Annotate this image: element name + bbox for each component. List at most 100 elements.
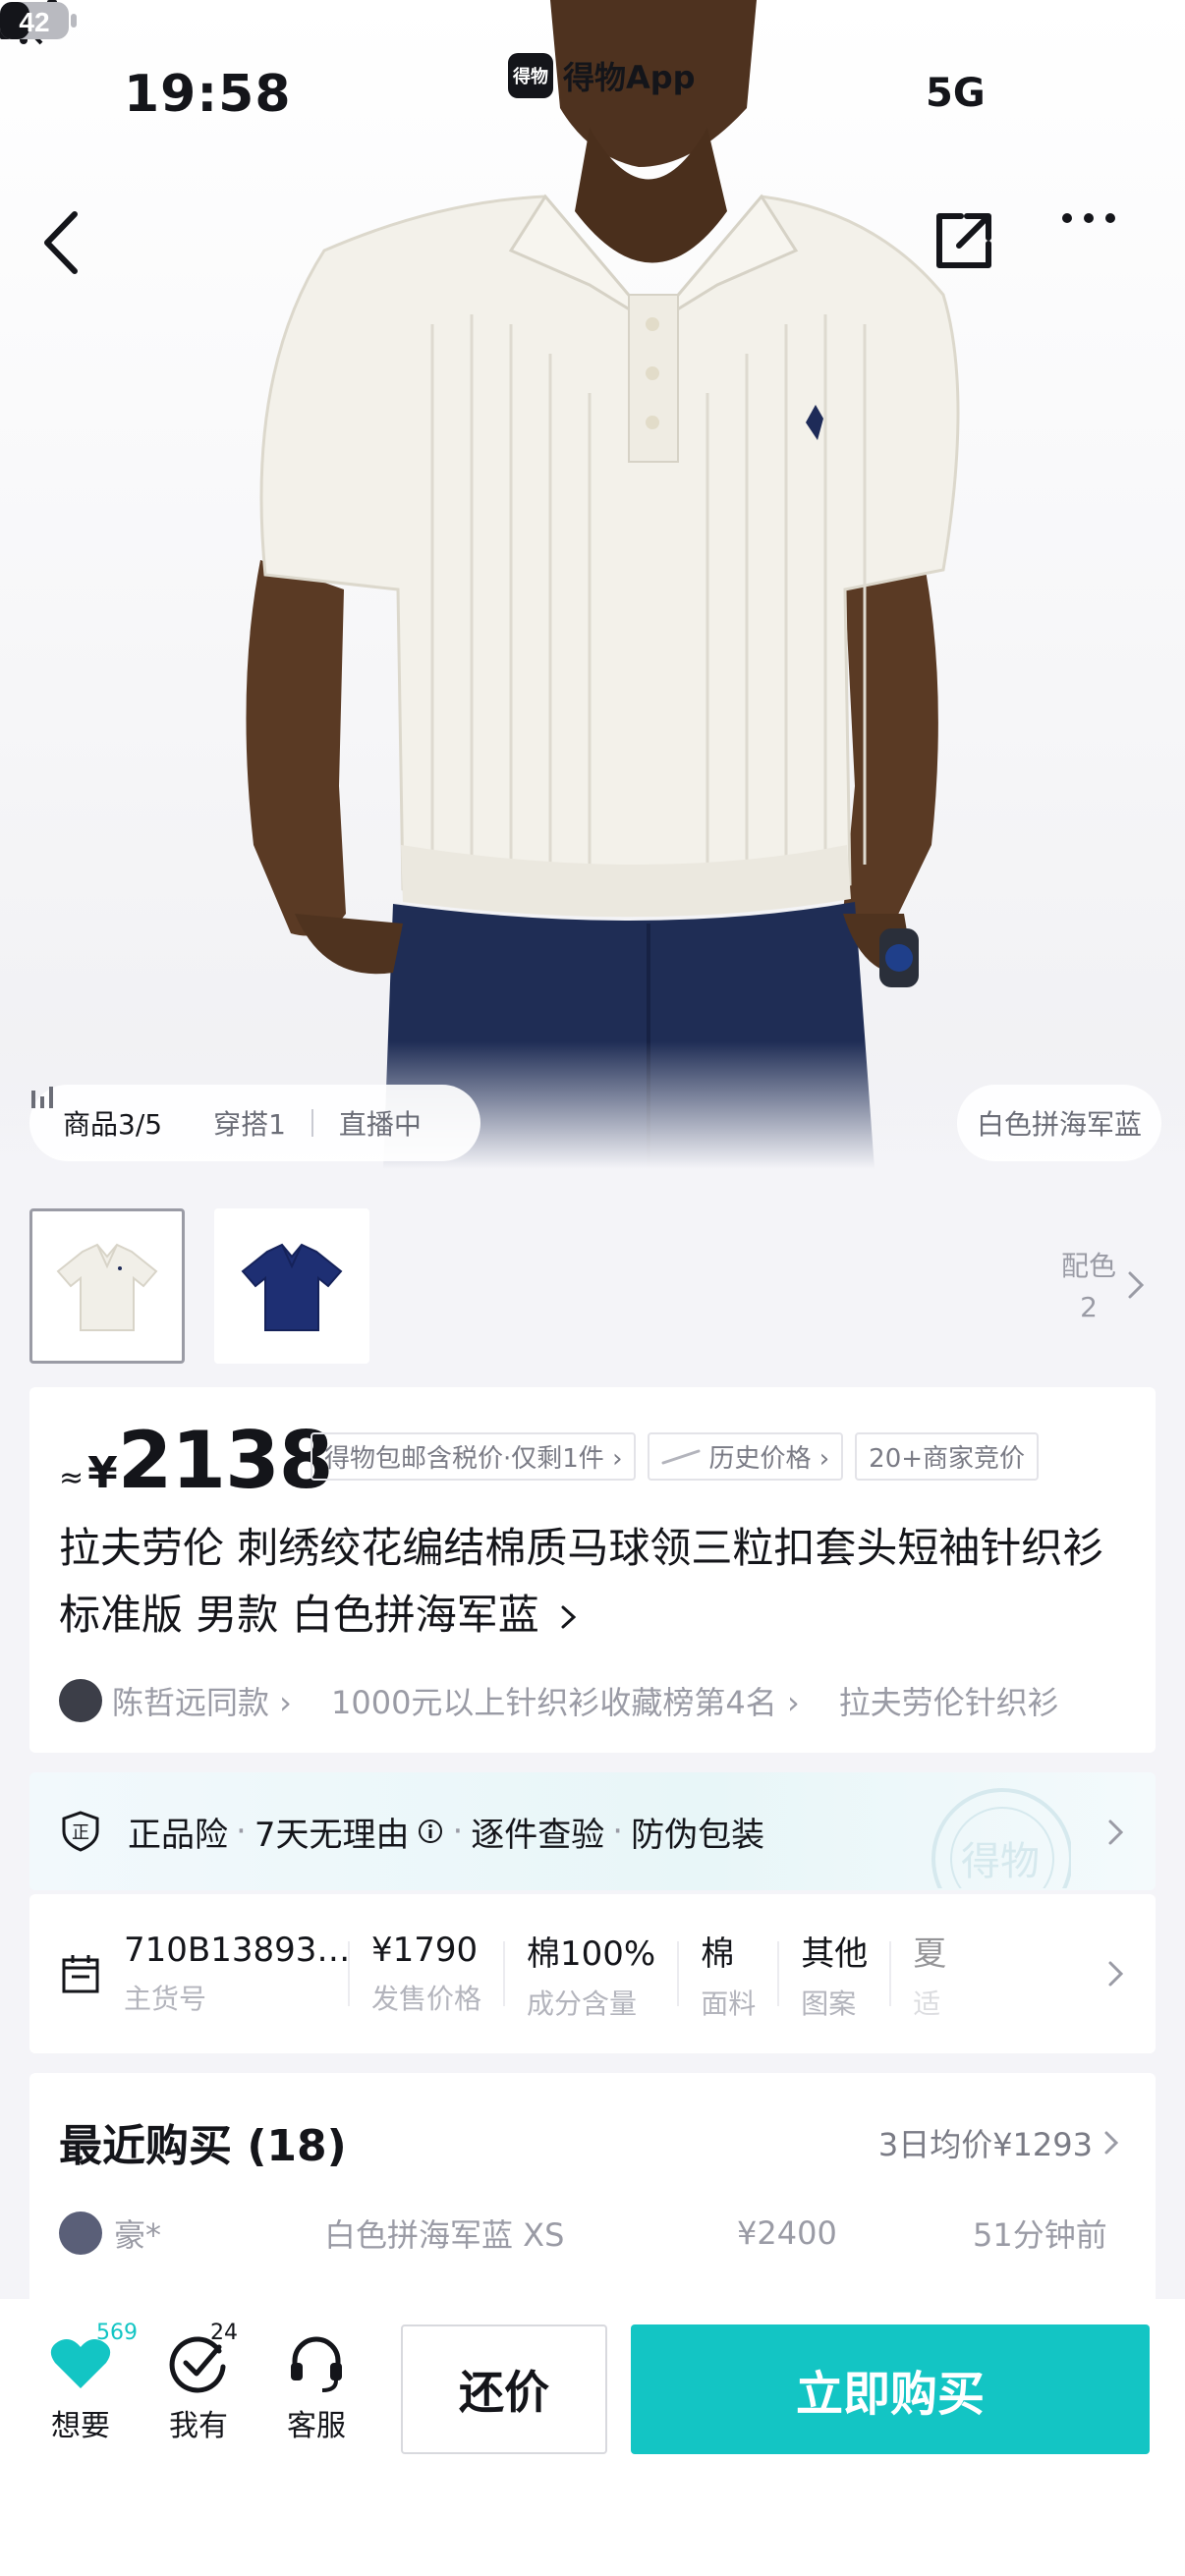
battery-level: 42 — [19, 7, 49, 37]
product-hero-image[interactable]: 19:58 得物 得物App 5G 42 商品3/5 穿搭1 直播中 白色拼海军… — [0, 0, 1185, 1169]
badge-live[interactable]: 直播中 — [31, 1087, 447, 1143]
avatar — [59, 1679, 102, 1722]
separator-dot: · — [236, 1812, 247, 1851]
media-badges: 商品3/5 穿搭1 直播中 — [29, 1085, 480, 1161]
chip-price-history-label: 历史价格 › — [708, 1444, 830, 1474]
spec-fabric: 棉 面料 — [679, 1927, 777, 2022]
spec-key: 主货号 — [124, 1983, 207, 2015]
chip-shipping-tax[interactable]: 得物包邮含税价·仅剩1件 › — [310, 1432, 637, 1481]
customer-service-button[interactable]: 客服 — [267, 2326, 366, 2444]
more-button[interactable] — [1059, 208, 1148, 297]
guarantee-bar[interactable]: 正 正品险 · 7天无理由 · 逐件查验 · 防伪包装 得物 — [29, 1772, 1156, 1890]
clock: 19:58 — [124, 65, 292, 124]
spec-sku: 710B13893… 主货号 — [102, 1931, 351, 2017]
bottom-action-bar: 569 想要 24 我有 客服 还价 立即购买 — [0, 2299, 1185, 2576]
purchase-time: 51分钟前 — [973, 2216, 1107, 2254]
buy-now-button[interactable]: 立即购买 — [631, 2324, 1150, 2454]
spec-pattern: 其他 图案 — [779, 1927, 889, 2022]
color-count[interactable]: 配色 2 — [1061, 1246, 1116, 1328]
have-button[interactable]: 24 我有 — [149, 2321, 248, 2444]
back-button[interactable] — [37, 208, 126, 297]
service-label: 客服 — [287, 2409, 346, 2443]
want-label: 想要 — [51, 2409, 110, 2443]
thumbnail-navy[interactable] — [214, 1208, 369, 1364]
guarantee-return: 7天无理由 — [254, 1815, 410, 1855]
spec-release-price: ¥1790 发售价格 — [350, 1931, 503, 2017]
tag-brand-category[interactable]: 拉夫劳伦针织衫 — [839, 1678, 1059, 1723]
app-logo: 得物 — [508, 53, 553, 98]
tag-ranking[interactable]: 1000元以上针织衫收藏榜第4名 › — [331, 1678, 800, 1723]
separator-dot: · — [452, 1812, 464, 1851]
spec-composition: 棉100% 成分含量 — [505, 1927, 677, 2022]
chevron-right-icon — [1104, 2131, 1119, 2155]
spec-value: 棉 — [701, 1933, 735, 1974]
price-currency: ¥ — [87, 1448, 118, 1498]
guarantee-packaging: 防伪包装 — [631, 1815, 765, 1855]
product-title[interactable]: 拉夫劳伦 刺绣绞花编结棉质马球领三粒扣套头短袖针织衫 标准版 男款 白色拼海军蓝 — [59, 1515, 1140, 1649]
price-display: ≈ ¥ 2138 — [59, 1415, 334, 1506]
price-approx-symbol: ≈ — [59, 1461, 85, 1495]
have-label: 我有 — [169, 2409, 228, 2443]
spec-key: 图案 — [801, 1987, 857, 2020]
guarantee-inspection: 逐件查验 — [471, 1815, 605, 1855]
product-tags: 陈哲远同款 › 1000元以上针织衫收藏榜第4名 › 拉夫劳伦针织衫 — [59, 1678, 1140, 1723]
purchase-price: ¥2400 — [737, 2214, 837, 2252]
badge-product-count[interactable]: 商品3/5 — [63, 1103, 188, 1143]
trend-line-icon — [661, 1449, 701, 1464]
spec-key: 发售价格 — [371, 1983, 482, 2015]
want-count: 569 — [96, 2321, 138, 2345]
buyer-name: 豪* — [114, 2216, 162, 2254]
authentic-stamp: 得物 — [931, 1788, 1071, 1888]
chevron-right-icon — [1108, 1961, 1124, 1987]
spec-value: 710B13893… — [124, 1931, 351, 1970]
color-thumbnails — [29, 1208, 369, 1364]
stamp-text: 得物 — [961, 1840, 1040, 1883]
spec-key: 成分含量 — [527, 1987, 638, 2020]
guarantee-authentic: 正品险 — [128, 1815, 228, 1855]
price-card: ≈ ¥ 2138 得物包邮含税价·仅剩1件 › 历史价格 › 20+商家竞价 拉… — [29, 1387, 1156, 1753]
chevron-right-icon — [1108, 1820, 1124, 1845]
badge-outfit[interactable]: 穿搭1 — [188, 1103, 311, 1143]
navy-polo-thumbnail — [241, 1243, 343, 1331]
current-color-tag: 白色拼海军蓝 — [956, 1085, 1161, 1161]
spec-value: 其他 — [801, 1933, 869, 1974]
product-specs[interactable]: 710B13893… 主货号 ¥1790 发售价格 棉100% 成分含量 棉 面… — [29, 1894, 1156, 2053]
buyer: 豪* — [59, 2211, 324, 2256]
spec-key: 面料 — [701, 1987, 757, 2020]
chip-merchants[interactable]: 20+商家竞价 — [855, 1432, 1040, 1481]
spec-season: 夏 适 — [891, 1927, 968, 2022]
guarantee-items: 正品险 · 7天无理由 · 逐件查验 · 防伪包装 — [128, 1808, 764, 1856]
return-to-app-indicator[interactable]: 得物 得物App — [508, 51, 696, 100]
white-polo-thumbnail — [56, 1243, 158, 1331]
shield-icon: 正 — [62, 1811, 99, 1852]
separator-dot: · — [612, 1812, 624, 1851]
more-dots-icon — [1062, 213, 1115, 223]
counter-offer-button[interactable]: 还价 — [401, 2324, 607, 2454]
svg-text:正: 正 — [72, 1822, 89, 1842]
average-price-link[interactable]: 3日均价¥1293 — [878, 2120, 1120, 2165]
share-button[interactable] — [931, 208, 1020, 297]
battery-icon: 42 — [0, 2, 77, 39]
thumbnail-white[interactable] — [29, 1208, 185, 1364]
avatar — [59, 2212, 102, 2255]
status-bar: 19:58 得物 得物App 5G 42 — [0, 0, 1185, 187]
price-chips: 得物包邮含税价·仅剩1件 › 历史价格 › 20+商家竞价 — [310, 1432, 1142, 1481]
spec-key: 适 — [913, 1987, 941, 2020]
have-count: 24 — [210, 2321, 238, 2345]
want-button[interactable]: 569 想要 — [31, 2321, 138, 2444]
purchase-row: 豪* 白色拼海军蓝 XS ¥2400 51分钟前 — [59, 2211, 1140, 2256]
chevron-right-icon — [1128, 1271, 1145, 1299]
chevron-left-icon — [44, 211, 78, 274]
product-title-text: 拉夫劳伦 刺绣绞花编结棉质马球领三粒扣套头短袖针织衫 标准版 男款 白色拼海军蓝 — [59, 1524, 1104, 1639]
spec-value: 夏 — [913, 1933, 947, 1974]
info-icon[interactable] — [417, 1818, 444, 1845]
price-value: 2138 — [117, 1415, 334, 1506]
color-count-label: 配色 — [1060, 1250, 1116, 1282]
calendar-icon — [62, 1955, 99, 1993]
tag-celebrity[interactable]: 陈哲远同款 › — [59, 1678, 292, 1723]
chip-price-history[interactable]: 历史价格 › — [648, 1432, 844, 1481]
average-price: 3日均价¥1293 — [877, 2126, 1093, 2163]
app-name: 得物App — [563, 59, 696, 96]
badge-live-label: 直播中 — [338, 1108, 422, 1141]
network-type: 5G — [926, 71, 986, 116]
